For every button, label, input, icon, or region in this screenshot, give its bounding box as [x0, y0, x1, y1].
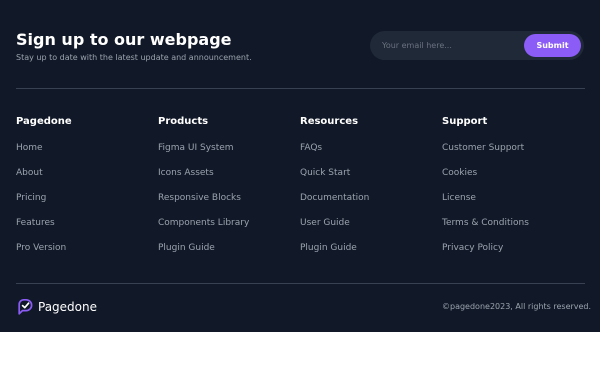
footer-link-user-guide[interactable]: User Guide [300, 218, 350, 228]
submit-button[interactable]: Submit [524, 34, 581, 57]
list-item: Home [16, 143, 43, 153]
column-title: Products [158, 116, 209, 127]
footer-link-license[interactable]: License [442, 193, 476, 203]
footer-link-documentation[interactable]: Documentation [300, 193, 369, 203]
list-item: Customer Support [442, 143, 524, 153]
list-item: FAQs [300, 143, 322, 153]
list-item: Cookies [442, 168, 477, 178]
top-divider [16, 88, 585, 89]
footer-link-quick-start[interactable]: Quick Start [300, 168, 350, 178]
footer-link-pro-version[interactable]: Pro Version [16, 243, 66, 253]
list-item: Plugin Guide [158, 243, 215, 253]
newsletter-form: Submit [370, 31, 584, 60]
list-item: License [442, 193, 476, 203]
brand-logo-link[interactable]: Pagedone [16, 298, 97, 316]
list-item: Quick Start [300, 168, 350, 178]
brand-name: Pagedone [38, 300, 97, 314]
copyright-text: ©pagedone2023, All rights reserved. [442, 302, 592, 311]
list-item: Features [16, 218, 55, 228]
list-item: User Guide [300, 218, 350, 228]
footer-link-features[interactable]: Features [16, 218, 55, 228]
list-item: Components Library [158, 218, 249, 228]
list-item: Privacy Policy [442, 243, 503, 253]
footer-link-customer-support[interactable]: Customer Support [442, 143, 524, 153]
footer-link-components-library[interactable]: Components Library [158, 218, 249, 228]
footer-link-privacy-policy[interactable]: Privacy Policy [442, 243, 503, 253]
footer-link-home[interactable]: Home [16, 143, 43, 153]
list-item: Documentation [300, 193, 369, 203]
footer-link-about[interactable]: About [16, 168, 43, 178]
footer-link-responsive-blocks[interactable]: Responsive Blocks [158, 193, 241, 203]
column-title: Resources [300, 116, 359, 127]
footer-link-faqs[interactable]: FAQs [300, 143, 322, 153]
footer-link-terms-conditions[interactable]: Terms & Conditions [442, 218, 529, 228]
bottom-divider [16, 283, 585, 284]
list-item: Terms & Conditions [442, 218, 529, 228]
footer-link-figma-ui-system[interactable]: Figma UI System [158, 143, 234, 153]
email-input[interactable] [382, 38, 512, 53]
footer-column-products: Products Figma UI System Icons Assets Re… [158, 116, 298, 253]
footer-link-icons-assets[interactable]: Icons Assets [158, 168, 214, 178]
footer-link-cookies[interactable]: Cookies [442, 168, 477, 178]
list-item: Pro Version [16, 243, 66, 253]
footer-column-support: Support Customer Support Cookies License… [442, 116, 582, 253]
column-title: Pagedone [16, 116, 72, 127]
list-item: Plugin Guide [300, 243, 357, 253]
column-title: Support [442, 116, 488, 127]
list-item: Responsive Blocks [158, 193, 241, 203]
signup-heading: Sign up to our webpage [16, 30, 232, 49]
list-item: Pricing [16, 193, 46, 203]
footer-column-resources: Resources FAQs Quick Start Documentation… [300, 116, 440, 253]
footer-link-plugin-guide[interactable]: Plugin Guide [300, 243, 357, 253]
footer-column-pagedone: Pagedone Home About Pricing Features Pro… [16, 116, 156, 253]
site-footer: Sign up to our webpage Stay up to date w… [0, 0, 600, 332]
list-item: Figma UI System [158, 143, 234, 153]
list-item: About [16, 168, 43, 178]
footer-link-plugin-guide[interactable]: Plugin Guide [158, 243, 215, 253]
speech-bubble-check-icon [18, 298, 33, 315]
footer-link-pricing[interactable]: Pricing [16, 193, 46, 203]
list-item: Icons Assets [158, 168, 214, 178]
signup-subtext: Stay up to date with the latest update a… [16, 53, 252, 62]
